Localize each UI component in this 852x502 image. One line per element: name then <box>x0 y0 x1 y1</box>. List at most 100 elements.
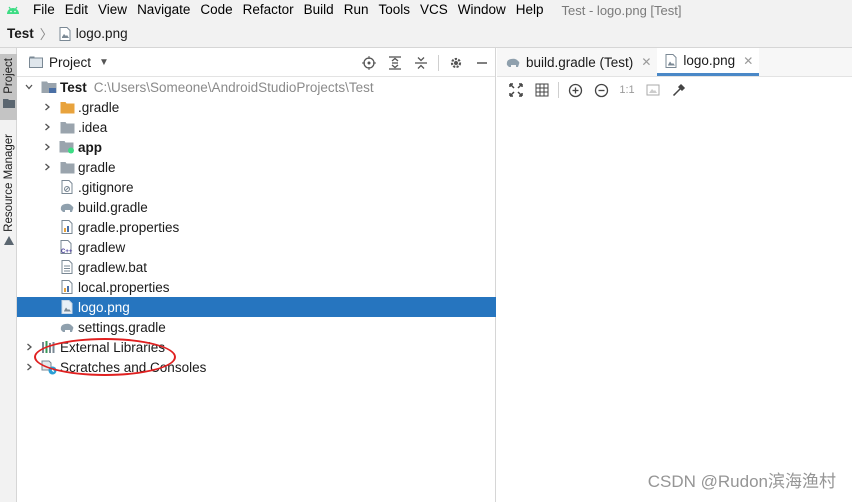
menu-vcs[interactable]: VCS <box>416 0 454 20</box>
chevron-right-icon[interactable] <box>41 141 53 153</box>
folder-icon <box>59 119 75 135</box>
hide-panel-button[interactable] <box>469 52 495 74</box>
tree-item-gradlew-bat[interactable]: gradlew.bat <box>17 257 496 277</box>
tree-item-logo-png[interactable]: logo.png <box>17 297 496 317</box>
background-toggle-button[interactable] <box>640 79 666 101</box>
locate-file-button[interactable] <box>356 52 382 74</box>
zoom-out-button[interactable] <box>588 79 614 101</box>
minimize-icon <box>477 61 487 64</box>
project-panel: Project ▼ Test C:\Users\Someone\AndroidS… <box>17 48 496 502</box>
menu-window[interactable]: Window <box>454 0 512 20</box>
text-file-icon <box>59 259 75 275</box>
actual-size-button[interactable]: 1:1 <box>614 79 640 101</box>
expand-all-icon <box>389 55 401 70</box>
menu-view[interactable]: View <box>94 0 133 20</box>
zoom-out-icon <box>594 83 608 97</box>
tree-item-app[interactable]: app <box>17 137 496 157</box>
tab-build-gradle[interactable]: build.gradle (Test) ✕ <box>497 48 657 76</box>
android-studio-icon <box>7 6 19 14</box>
tab-label: logo.png <box>683 53 736 68</box>
toggle-grid-button[interactable] <box>529 79 555 101</box>
breadcrumb-file-label: logo.png <box>75 26 128 41</box>
tree-item-label: .gradle <box>78 99 120 115</box>
menu-file[interactable]: File <box>29 0 61 20</box>
menu-edit[interactable]: Edit <box>61 0 94 20</box>
tree-item-label: gradlew.bat <box>78 259 148 275</box>
gradle-elephant-icon <box>59 319 75 335</box>
scratches-icon <box>41 359 57 375</box>
project-panel-title: Project <box>49 54 92 70</box>
gradle-elephant-icon <box>506 58 520 67</box>
tree-item-local-properties[interactable]: local.properties <box>17 277 496 297</box>
tree-root-test[interactable]: Test C:\Users\Someone\AndroidStudioProjec… <box>17 77 496 97</box>
fit-to-screen-button[interactable] <box>503 79 529 101</box>
tree-item-label: gradlew <box>78 239 126 255</box>
chevron-right-icon: 〉 <box>39 27 53 42</box>
tree-item-scratches[interactable]: Scratches and Consoles <box>17 357 496 377</box>
tree-item-label: local.properties <box>78 279 170 295</box>
tree-item-label: .gitignore <box>78 179 134 195</box>
shell-script-icon: C++ <box>59 239 75 255</box>
menu-help[interactable]: Help <box>512 0 550 20</box>
toolbar-divider <box>438 54 439 71</box>
image-background-icon <box>646 84 660 96</box>
chevron-right-icon[interactable] <box>41 161 53 173</box>
project-panel-header: Project ▼ <box>17 48 495 77</box>
caret-down-icon: ▼ <box>99 56 109 68</box>
collapse-all-button[interactable] <box>408 52 434 74</box>
menu-bar: File Edit View Navigate Code Refactor Bu… <box>0 0 852 20</box>
menu-build[interactable]: Build <box>300 0 340 20</box>
breadcrumb-file[interactable]: logo.png <box>59 26 128 41</box>
tree-item-label: External Libraries <box>60 339 166 355</box>
folder-icon <box>59 159 75 175</box>
tree-item-build-gradle[interactable]: build.gradle <box>17 197 496 217</box>
chevron-right-icon[interactable] <box>41 101 53 113</box>
expand-all-button[interactable] <box>382 52 408 74</box>
chevron-right-icon[interactable] <box>41 121 53 133</box>
tab-logo-png[interactable]: logo.png ✕ <box>657 48 760 76</box>
menu-run[interactable]: Run <box>340 0 375 20</box>
android-module-folder-icon <box>59 139 75 155</box>
tree-item-dot-gradle[interactable]: .gradle <box>17 97 496 117</box>
menu-refactor[interactable]: Refactor <box>239 0 300 20</box>
image-file-icon <box>665 53 677 68</box>
chevron-right-icon[interactable] <box>23 361 35 373</box>
crosshair-icon <box>362 55 376 70</box>
watermark: CSDN @Rudon滨海渔村 <box>647 472 836 491</box>
tree-item-external-libraries[interactable]: External Libraries <box>17 337 496 357</box>
zoom-in-icon <box>568 83 582 97</box>
close-icon[interactable]: ✕ <box>641 55 651 69</box>
settings-button[interactable] <box>443 52 469 74</box>
menu-code[interactable]: Code <box>196 0 238 20</box>
editor-tab-bar: build.gradle (Test) ✕ logo.png ✕ <box>497 48 852 77</box>
close-icon[interactable]: ✕ <box>743 54 753 68</box>
resource-manager-tool-tab[interactable]: Resource Manager <box>0 134 17 256</box>
menu-navigate[interactable]: Navigate <box>133 0 196 20</box>
tree-item-label: gradle.properties <box>78 219 180 235</box>
properties-file-icon <box>59 279 75 295</box>
tree-item-gradlew[interactable]: C++ gradlew <box>17 237 496 257</box>
tree-item-label: gradle <box>78 159 116 175</box>
project-tree: Test C:\Users\Someone\AndroidStudioProjec… <box>17 77 496 377</box>
project-tool-tab[interactable]: Project <box>0 54 17 120</box>
tree-root-path: C:\Users\Someone\AndroidStudioProjects\T… <box>93 79 374 95</box>
window-title: Test - logo.png [Test] <box>561 2 682 18</box>
tree-item-label: settings.gradle <box>78 319 166 335</box>
zoom-in-button[interactable] <box>562 79 588 101</box>
collapse-all-icon <box>415 56 427 69</box>
tab-label: build.gradle (Test) <box>526 54 634 70</box>
menu-tools[interactable]: Tools <box>374 0 416 20</box>
tree-item-gitignore[interactable]: .gitignore <box>17 177 496 197</box>
project-tool-tab-label: Project <box>2 58 15 94</box>
tree-item-gradle[interactable]: gradle <box>17 157 496 177</box>
tree-item-gradle-properties[interactable]: gradle.properties <box>17 217 496 237</box>
color-picker-button[interactable] <box>666 79 692 101</box>
image-editor-toolbar: 1:1 <box>497 77 852 103</box>
breadcrumb-root[interactable]: Test <box>7 26 34 41</box>
tree-item-idea[interactable]: .idea <box>17 117 496 137</box>
ignore-file-icon <box>59 179 75 195</box>
chevron-right-icon[interactable] <box>23 341 35 353</box>
project-view-selector[interactable]: Project ▼ <box>29 55 109 70</box>
chevron-down-icon[interactable] <box>23 81 35 93</box>
tree-item-settings-gradle[interactable]: settings.gradle <box>17 317 496 337</box>
